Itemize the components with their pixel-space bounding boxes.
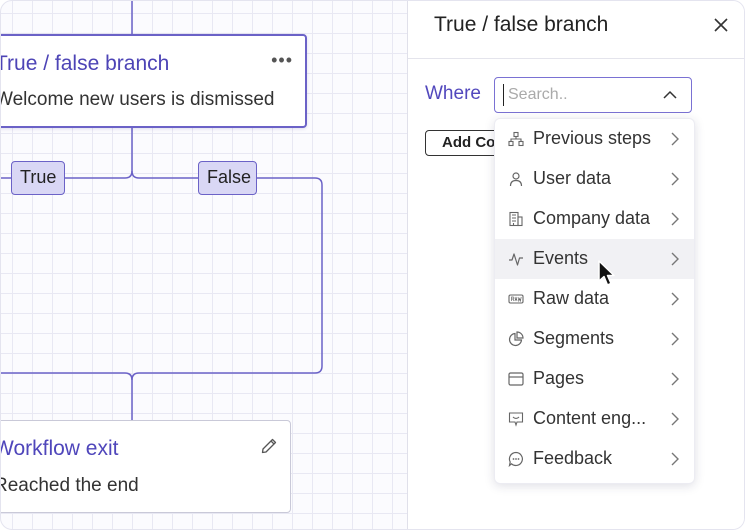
raw-icon xyxy=(508,294,524,304)
chevron-right-icon xyxy=(671,252,679,266)
menu-item-label: Segments xyxy=(533,328,615,348)
menu-item-label: Previous steps xyxy=(533,128,652,148)
menu-item-events[interactable]: Events xyxy=(495,239,694,279)
panel-header: True / false branch xyxy=(408,1,744,59)
more-horizontal-icon[interactable]: ••• xyxy=(271,50,293,71)
menu-item-label: Raw data xyxy=(533,288,610,308)
exit-node-title: Workflow exit xyxy=(0,437,119,460)
content-icon xyxy=(508,412,524,427)
chevron-right-icon xyxy=(671,212,679,226)
chevron-right-icon xyxy=(671,172,679,186)
exit-node-subtitle: Reached the end xyxy=(0,475,139,496)
chevron-right-icon xyxy=(671,452,679,466)
pencil-icon[interactable] xyxy=(260,437,278,455)
browser-icon xyxy=(508,372,524,386)
chat-icon xyxy=(508,451,523,467)
pie-icon xyxy=(508,331,524,347)
menu-item-label: User data xyxy=(533,168,612,188)
menu-item-user-data[interactable]: User data xyxy=(495,159,694,199)
menu-item-raw-data[interactable]: Raw data xyxy=(495,279,694,319)
branch-node[interactable]: True / false branch Welcome new users is… xyxy=(0,34,307,128)
workflow-canvas[interactable]: True / false branch Welcome new users is… xyxy=(0,0,745,530)
menu-item-pages[interactable]: Pages xyxy=(495,359,694,399)
menu-item-label: Content eng... xyxy=(533,408,647,428)
activity-icon xyxy=(509,253,523,266)
chevron-right-icon xyxy=(671,412,679,426)
chevron-right-icon xyxy=(671,372,679,386)
flow-icon xyxy=(508,131,524,147)
data-source-menu: Previous steps User data Company data Ev… xyxy=(494,118,695,484)
chevron-right-icon xyxy=(671,292,679,306)
user-icon xyxy=(509,172,523,187)
menu-item-content-engagement[interactable]: Content eng... xyxy=(495,399,694,439)
true-branch-pill[interactable]: True xyxy=(11,161,65,195)
where-label: Where xyxy=(425,83,481,104)
workflow-exit-node[interactable]: Workflow exit Reached the end xyxy=(0,420,291,513)
panel-title: True / false branch xyxy=(434,13,609,36)
building-icon xyxy=(509,211,523,227)
branch-node-subtitle: Welcome new users is dismissed xyxy=(0,89,275,110)
menu-item-label: Pages xyxy=(533,368,585,388)
menu-item-segments[interactable]: Segments xyxy=(495,319,694,359)
menu-item-label: Feedback xyxy=(533,448,613,468)
menu-item-feedback[interactable]: Feedback xyxy=(495,439,694,479)
menu-item-previous-steps[interactable]: Previous steps xyxy=(495,119,694,159)
branch-node-title: True / false branch xyxy=(0,52,170,75)
menu-item-company-data[interactable]: Company data xyxy=(495,199,694,239)
close-icon[interactable] xyxy=(713,17,729,33)
chevron-right-icon xyxy=(671,332,679,346)
chevron-up-icon[interactable] xyxy=(663,90,677,100)
mouse-cursor-icon xyxy=(598,260,615,286)
menu-item-label: Events xyxy=(533,248,589,268)
search-field[interactable] xyxy=(494,77,692,113)
menu-item-label: Company data xyxy=(533,208,651,228)
side-panel: True / false branch Where Add Co Previou… xyxy=(407,1,744,529)
search-input[interactable] xyxy=(503,84,648,106)
chevron-right-icon xyxy=(671,132,679,146)
false-branch-pill[interactable]: False xyxy=(198,161,257,195)
